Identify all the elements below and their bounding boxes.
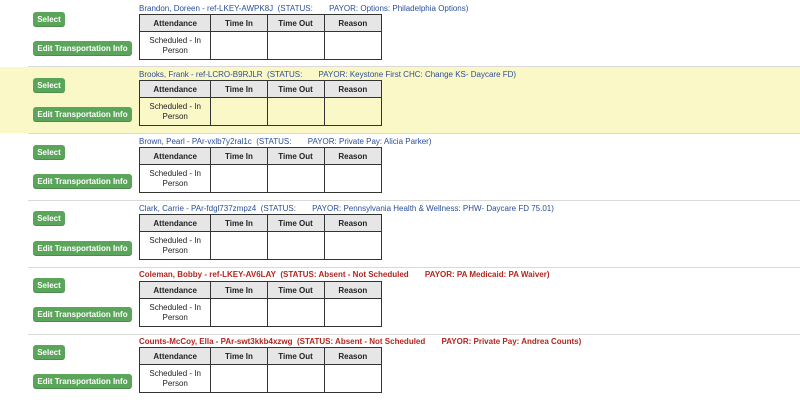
client-name-ref[interactable]: Coleman, Bobby - ref-LKEY-AV6LAY <box>139 270 276 279</box>
attendance-cell[interactable]: Scheduled - In Person <box>138 298 212 327</box>
col-reason: Reason <box>323 281 383 299</box>
client-row: Select Edit Transportation Info Counts-M… <box>0 335 800 402</box>
client-status: (STATUS: <box>277 4 313 13</box>
select-button[interactable]: Select <box>33 278 65 293</box>
client-payor: PAYOR: Private Pay: Andrea Counts) <box>441 337 582 346</box>
edit-transportation-button[interactable]: Edit Transportation Info <box>33 41 132 56</box>
client-header[interactable]: Brown, Pearl - PAr-vxlb7y2ral1c (STATUS:… <box>139 137 431 147</box>
attendance-table: Attendance Time In Time Out Reason Sched… <box>138 14 383 60</box>
client-row: Select Edit Transportation Info Coleman,… <box>0 268 800 334</box>
client-payor: PAYOR: Pennsylvania Health & Wellness: P… <box>312 204 554 213</box>
client-row: Select Edit Transportation Info Brooks, … <box>0 67 800 133</box>
edit-transportation-button[interactable]: Edit Transportation Info <box>33 307 132 322</box>
client-payor: PAYOR: Options: Philadelphia Options) <box>329 4 469 13</box>
attendance-cell[interactable]: Scheduled - In Person <box>138 364 212 393</box>
client-name-ref[interactable]: Brown, Pearl - PAr-vxlb7y2ral1c <box>139 137 252 146</box>
client-status: (STATUS: Absent - Not Scheduled <box>296 337 426 346</box>
col-reason: Reason <box>323 347 383 365</box>
attendance-table: Attendance Time In Time Out Reason Sched… <box>138 147 383 193</box>
reason-cell[interactable] <box>323 364 383 393</box>
select-button[interactable]: Select <box>33 12 65 27</box>
attendance-cell[interactable]: Scheduled - In Person <box>138 164 212 193</box>
time-in-cell[interactable] <box>210 97 268 126</box>
edit-transportation-button[interactable]: Edit Transportation Info <box>33 174 132 189</box>
col-time-out: Time Out <box>266 147 325 165</box>
time-out-cell[interactable] <box>266 298 325 327</box>
col-time-in: Time In <box>210 14 268 32</box>
col-attendance: Attendance <box>138 347 212 365</box>
col-time-out: Time Out <box>266 281 325 299</box>
client-header[interactable]: Counts-McCoy, Ella - PAr-swt3kkb4xzwg (S… <box>139 337 581 347</box>
client-status: (STATUS: Absent - Not Scheduled <box>280 270 409 279</box>
client-row: Select Edit Transportation Info Clark, C… <box>0 201 800 267</box>
col-attendance: Attendance <box>138 80 212 98</box>
time-in-cell[interactable] <box>210 231 268 260</box>
col-reason: Reason <box>323 80 383 98</box>
client-row: Select Edit Transportation Info Brandon,… <box>0 0 800 66</box>
edit-transportation-button[interactable]: Edit Transportation Info <box>33 241 132 256</box>
client-payor: PAYOR: PA Medicaid: PA Waiver) <box>424 270 550 279</box>
reason-cell[interactable] <box>323 97 383 126</box>
select-button[interactable]: Select <box>33 211 65 226</box>
client-header[interactable]: Coleman, Bobby - ref-LKEY-AV6LAY (STATUS… <box>139 270 550 280</box>
client-status: (STATUS: <box>267 70 303 79</box>
col-reason: Reason <box>323 214 383 232</box>
col-attendance: Attendance <box>138 214 212 232</box>
attendance-table: Attendance Time In Time Out Reason Sched… <box>138 347 383 393</box>
time-out-cell[interactable] <box>266 97 325 126</box>
client-header[interactable]: Brooks, Frank - ref-LCRO-B9RJLR (STATUS:… <box>139 70 516 80</box>
edit-transportation-button[interactable]: Edit Transportation Info <box>33 374 132 389</box>
attendance-cell[interactable]: Scheduled - In Person <box>138 97 212 126</box>
time-in-cell[interactable] <box>210 364 268 393</box>
client-name-ref[interactable]: Brooks, Frank - ref-LCRO-B9RJLR <box>139 70 263 79</box>
attendance-table: Attendance Time In Time Out Reason Sched… <box>138 214 383 260</box>
time-out-cell[interactable] <box>266 231 325 260</box>
client-name-ref[interactable]: Clark, Carrie - PAr-fdgl737zmpz4 <box>139 204 256 213</box>
attendance-cell[interactable]: Scheduled - In Person <box>138 31 212 60</box>
time-in-cell[interactable] <box>210 298 268 327</box>
reason-cell[interactable] <box>323 164 383 193</box>
col-reason: Reason <box>323 14 383 32</box>
col-time-in: Time In <box>210 347 268 365</box>
col-time-out: Time Out <box>266 80 325 98</box>
col-attendance: Attendance <box>138 147 212 165</box>
time-out-cell[interactable] <box>266 164 325 193</box>
col-time-out: Time Out <box>266 347 325 365</box>
time-out-cell[interactable] <box>266 31 325 60</box>
client-status: (STATUS: <box>260 204 296 213</box>
col-attendance: Attendance <box>138 14 212 32</box>
col-attendance: Attendance <box>138 281 212 299</box>
col-time-in: Time In <box>210 281 268 299</box>
client-status: (STATUS: <box>256 137 292 146</box>
client-header[interactable]: Clark, Carrie - PAr-fdgl737zmpz4 (STATUS… <box>139 204 554 214</box>
attendance-cell[interactable]: Scheduled - In Person <box>138 231 212 260</box>
time-out-cell[interactable] <box>266 364 325 393</box>
reason-cell[interactable] <box>323 231 383 260</box>
client-header[interactable]: Brandon, Doreen - ref-LKEY-AWPK8J (STATU… <box>139 4 468 14</box>
reason-cell[interactable] <box>323 31 383 60</box>
time-in-cell[interactable] <box>210 164 268 193</box>
attendance-table: Attendance Time In Time Out Reason Sched… <box>138 80 383 126</box>
attendance-table: Attendance Time In Time Out Reason Sched… <box>138 281 383 327</box>
col-time-in: Time In <box>210 147 268 165</box>
col-time-out: Time Out <box>266 14 325 32</box>
select-button[interactable]: Select <box>33 78 65 93</box>
col-reason: Reason <box>323 147 383 165</box>
client-row: Select Edit Transportation Info Brown, P… <box>0 134 800 200</box>
time-in-cell[interactable] <box>210 31 268 60</box>
select-button[interactable]: Select <box>33 145 65 160</box>
col-time-out: Time Out <box>266 214 325 232</box>
col-time-in: Time In <box>210 214 268 232</box>
client-name-ref[interactable]: Brandon, Doreen - ref-LKEY-AWPK8J <box>139 4 273 13</box>
col-time-in: Time In <box>210 80 268 98</box>
client-payor: PAYOR: Private Pay: Alicia Parker) <box>307 137 432 146</box>
client-name-ref[interactable]: Counts-McCoy, Ella - PAr-swt3kkb4xzwg <box>139 337 293 346</box>
client-payor: PAYOR: Keystone First CHC: Change KS- Da… <box>318 70 517 79</box>
edit-transportation-button[interactable]: Edit Transportation Info <box>33 107 132 122</box>
select-button[interactable]: Select <box>33 345 65 360</box>
reason-cell[interactable] <box>323 298 383 327</box>
